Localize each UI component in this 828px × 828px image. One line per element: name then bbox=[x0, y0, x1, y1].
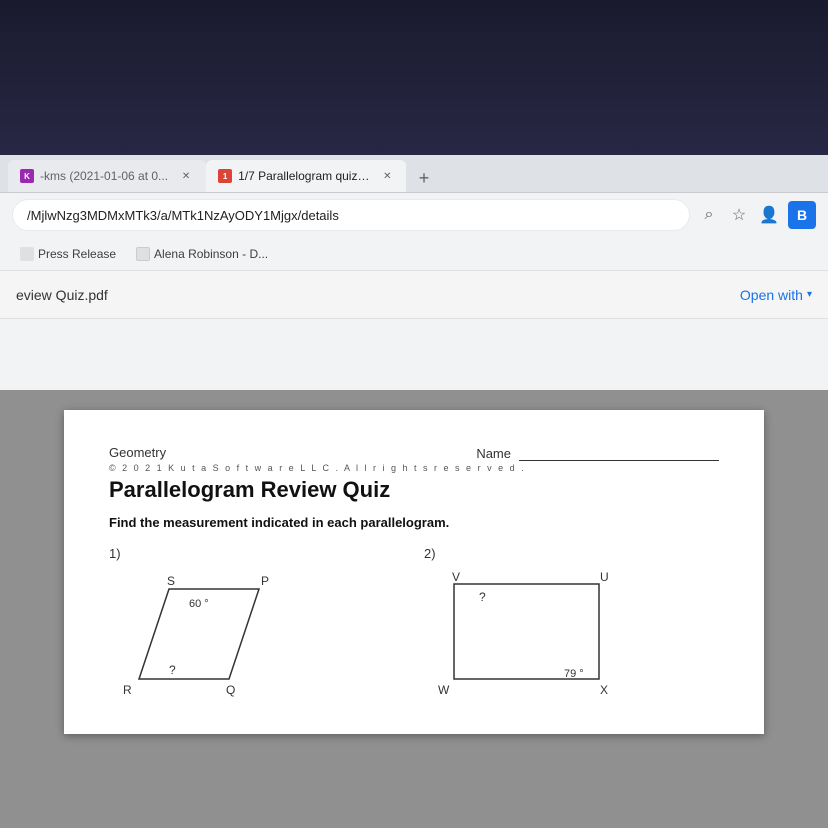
tab-1-favicon: K bbox=[20, 169, 34, 183]
bookmark-favicon-2 bbox=[136, 247, 150, 261]
bookmark-label-1: Press Release bbox=[38, 247, 116, 261]
pdf-filename: eview Quiz.pdf bbox=[16, 287, 108, 303]
browser-window: K -kms (2021-01-06 at 0... ✕ 1 1/7 Paral… bbox=[0, 155, 828, 828]
tab-2-label: 1/7 Parallelogram quiz review bbox=[238, 169, 371, 183]
pdf-page: Geometry Name © 2 0 2 1 K u t a S o f t … bbox=[64, 410, 764, 734]
pdf-toolbar: eview Quiz.pdf Open with ▾ bbox=[0, 271, 828, 319]
pdf-content-area: Geometry Name © 2 0 2 1 K u t a S o f t … bbox=[0, 390, 828, 828]
problem-1-number: 1) bbox=[109, 546, 404, 561]
svg-text:S: S bbox=[167, 574, 175, 588]
pdf-header: Geometry Name bbox=[109, 445, 719, 461]
bookmarks-bar: Press Release Alena Robinson - D... bbox=[0, 237, 828, 271]
open-with-button[interactable]: Open with ▾ bbox=[740, 287, 812, 303]
search-icon[interactable]: ⌕ bbox=[698, 204, 720, 226]
tab-2-favicon: 1 bbox=[218, 169, 232, 183]
profile-icon[interactable]: 👤 bbox=[758, 204, 780, 226]
problem-2-diagram: V U W X ? 79 ° bbox=[424, 569, 604, 699]
tab-1-label: -kms (2021-01-06 at 0... bbox=[40, 169, 168, 183]
svg-text:60 °: 60 ° bbox=[189, 598, 209, 610]
tab-1[interactable]: K -kms (2021-01-06 at 0... ✕ bbox=[8, 160, 206, 192]
svg-text:V: V bbox=[452, 570, 460, 584]
address-bar[interactable]: /MjlwNzg3MDMxMTk3/a/MTk1NzAyODY1Mjgx/det… bbox=[12, 199, 690, 231]
url-text: /MjlwNzg3MDMxMTk3/a/MTk1NzAyODY1Mjgx/det… bbox=[27, 208, 339, 223]
svg-text:R: R bbox=[123, 683, 132, 697]
pdf-name-label: Name bbox=[476, 446, 511, 461]
open-with-arrow-icon: ▾ bbox=[807, 289, 812, 300]
problem-1: 1) S P Q R 60 ° ? bbox=[109, 546, 404, 699]
star-icon[interactable]: ☆ bbox=[728, 204, 750, 226]
tab-2[interactable]: 1 1/7 Parallelogram quiz review ✕ bbox=[206, 160, 406, 192]
pdf-name-underline bbox=[519, 445, 719, 461]
svg-text:?: ? bbox=[479, 590, 486, 604]
problem-2-svg: V U W X ? 79 ° bbox=[424, 569, 624, 709]
svg-text:?: ? bbox=[169, 663, 176, 677]
browser-actions: ⌕ ☆ 👤 B bbox=[698, 201, 816, 229]
bookmark-favicon-1 bbox=[20, 247, 34, 261]
tab-1-close[interactable]: ✕ bbox=[178, 168, 194, 184]
b-extension-icon[interactable]: B bbox=[788, 201, 816, 229]
problem-2: 2) V U W X ? 79 ° bbox=[424, 546, 719, 699]
tab-bar: K -kms (2021-01-06 at 0... ✕ 1 1/7 Paral… bbox=[0, 155, 828, 193]
svg-text:U: U bbox=[600, 570, 609, 584]
address-bar-area: /MjlwNzg3MDMxMTk3/a/MTk1NzAyODY1Mjgx/det… bbox=[0, 193, 828, 237]
new-tab-button[interactable]: + bbox=[410, 164, 438, 192]
problem-1-diagram: S P Q R 60 ° ? bbox=[109, 569, 289, 699]
pdf-copyright: © 2 0 2 1 K u t a S o f t w a r e L L C … bbox=[109, 463, 719, 473]
bookmark-press-release[interactable]: Press Release bbox=[12, 242, 124, 266]
svg-text:79 °: 79 ° bbox=[564, 668, 584, 680]
svg-text:Q: Q bbox=[226, 683, 235, 697]
problems-row: 1) S P Q R 60 ° ? bbox=[109, 546, 719, 699]
svg-text:P: P bbox=[261, 574, 269, 588]
pdf-name-field: Name bbox=[476, 445, 719, 461]
problem-1-svg: S P Q R 60 ° ? bbox=[109, 569, 289, 709]
problem-2-number: 2) bbox=[424, 546, 719, 561]
svg-text:X: X bbox=[600, 683, 608, 697]
bookmark-label-2: Alena Robinson - D... bbox=[154, 247, 268, 261]
bookmark-alena[interactable]: Alena Robinson - D... bbox=[128, 242, 276, 266]
open-with-label: Open with bbox=[740, 287, 803, 303]
svg-text:W: W bbox=[438, 683, 450, 697]
tab-2-close[interactable]: ✕ bbox=[381, 168, 394, 184]
pdf-instruction: Find the measurement indicated in each p… bbox=[109, 515, 719, 530]
pdf-title: Parallelogram Review Quiz bbox=[109, 477, 719, 503]
pdf-subject-label: Geometry bbox=[109, 445, 166, 460]
